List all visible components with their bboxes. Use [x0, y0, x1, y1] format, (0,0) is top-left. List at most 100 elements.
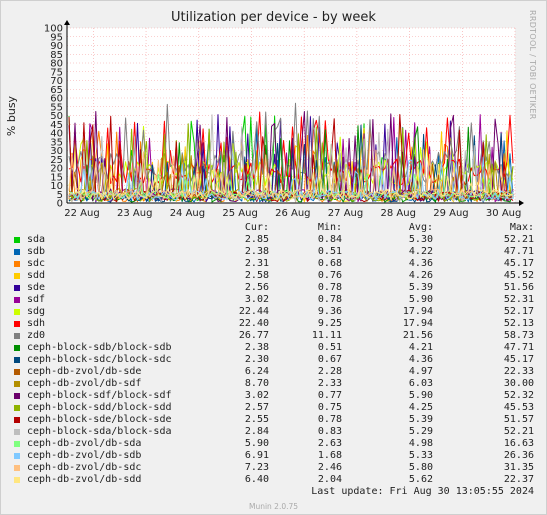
legend-row: ceph-db-zvol/db-sdc 7.23 2.46 5.80 31.35 — [0, 462, 547, 474]
legend-swatch — [14, 369, 20, 375]
legend-row: ceph-db-zvol/db-sda 5.90 2.63 4.98 16.63 — [0, 438, 547, 450]
legend-avg-value: 17.94 — [402, 318, 433, 329]
legend-series-name: ceph-db-zvol/db-sdc — [27, 462, 142, 473]
legend-cur-value: 2.38 — [244, 342, 269, 353]
legend-cur-value: 7.23 — [244, 462, 269, 473]
legend-series-name: zd0 — [27, 330, 46, 341]
legend-swatch — [14, 321, 20, 327]
legend-cur-value: 2.58 — [244, 270, 269, 281]
legend-header-max: Max: — [509, 222, 534, 233]
legend-swatch — [14, 345, 20, 351]
legend-avg-value: 5.33 — [408, 450, 433, 461]
legend-max-value: 51.57 — [503, 414, 534, 425]
chart-area: 0510152025303540455055606570758085909510… — [5, 20, 524, 219]
legend-avg-value: 4.26 — [408, 270, 433, 281]
x-tick-label: 29 Aug — [433, 208, 468, 219]
legend-cur-value: 2.38 — [244, 246, 269, 257]
legend-avg-value: 4.98 — [408, 438, 433, 449]
legend-max-value: 45.17 — [503, 354, 534, 365]
legend-cur-value: 6.91 — [244, 450, 269, 461]
legend-avg-value: 5.39 — [408, 414, 433, 425]
legend-swatch — [14, 297, 20, 303]
x-axis-arrow — [519, 200, 524, 206]
legend-cur-value: 6.24 — [244, 366, 269, 377]
legend-series-name: ceph-block-sdc/block-sdc — [27, 354, 172, 365]
legend-series-name: ceph-db-zvol/db-sde — [27, 366, 142, 377]
legend-swatch — [14, 309, 20, 315]
legend-swatch — [14, 453, 20, 459]
x-tick-label: 23 Aug — [117, 208, 152, 219]
y-tick-label: 100 — [44, 24, 63, 35]
legend-max-value: 52.21 — [503, 234, 534, 245]
legend-min-value: 2.28 — [317, 366, 342, 377]
legend-cur-value: 3.02 — [244, 390, 269, 401]
legend-series-name: ceph-db-zvol/db-sdd — [27, 474, 142, 485]
legend-cur-value: 3.02 — [244, 294, 269, 305]
legend-max-value: 22.37 — [503, 474, 534, 485]
legend-avg-value: 5.30 — [408, 234, 433, 245]
legend-header-cur: Cur: — [244, 222, 269, 233]
legend-series-name: ceph-db-zvol/db-sdf — [27, 378, 142, 389]
legend-swatch — [14, 249, 20, 255]
legend-avg-value: 4.97 — [408, 366, 433, 377]
legend-swatch — [14, 417, 20, 423]
x-tick-label: 24 Aug — [170, 208, 205, 219]
legend-series-name: sdf — [27, 294, 46, 305]
legend-cur-value: 2.84 — [244, 426, 269, 437]
legend-cur-value: 2.56 — [244, 282, 269, 293]
munin-footer: Munin 2.0.75 — [248, 502, 299, 511]
legend-avg-value: 5.90 — [408, 390, 433, 401]
y-axis-title: % busy — [5, 95, 18, 136]
legend-row: ceph-block-sde/block-sde 2.55 0.78 5.39 51.5… — [0, 414, 547, 426]
x-tick-label: 26 Aug — [275, 208, 310, 219]
legend-max-value: 16.63 — [503, 438, 534, 449]
legend-min-value: 0.78 — [317, 414, 342, 425]
legend-row: ceph-block-sdb/block-sdb 2.38 0.51 4.21 47.7… — [0, 342, 547, 354]
legend-series-name: ceph-block-sda/block-sda — [27, 426, 172, 437]
legend-avg-value: 17.94 — [402, 306, 433, 317]
legend-cur-value: 26.77 — [238, 330, 269, 341]
legend-row: ceph-db-zvol/db-sdd 6.40 2.04 5.62 22.37 — [0, 474, 547, 486]
legend-max-value: 52.21 — [503, 426, 534, 437]
legend-row: sdc 2.31 0.68 4.36 45.17 — [0, 258, 547, 270]
legend-min-value: 0.78 — [317, 282, 342, 293]
x-tick-label: 25 Aug — [222, 208, 257, 219]
legend-min-value: 0.77 — [317, 390, 342, 401]
legend-min-value: 0.84 — [317, 234, 342, 245]
x-tick-label: 30 Aug — [486, 208, 521, 219]
legend-row: ceph-db-zvol/db-sde 6.24 2.28 4.97 22.33 — [0, 366, 547, 378]
legend-series-name: ceph-block-sdb/block-sdb — [27, 342, 172, 353]
legend-series-name: sde — [27, 282, 46, 293]
legend-swatch — [14, 357, 20, 363]
legend-max-value: 52.31 — [503, 294, 534, 305]
x-tick-label: 27 Aug — [328, 208, 363, 219]
legend-max-value: 52.17 — [503, 306, 534, 317]
legend-max-value: 58.73 — [503, 330, 534, 341]
legend-swatch — [14, 465, 20, 471]
legend-series-name: sdd — [27, 270, 46, 281]
legend-cur-value: 5.90 — [244, 438, 269, 449]
legend-series-name: sdg — [27, 306, 46, 317]
legend-row: sdd 2.58 0.76 4.26 45.52 — [0, 270, 547, 282]
legend-min-value: 2.33 — [317, 378, 342, 389]
legend-series-name: ceph-db-zvol/db-sdb — [27, 450, 142, 461]
legend-swatch — [14, 273, 20, 279]
legend-row: sde 2.56 0.78 5.39 51.56 — [0, 282, 547, 294]
last-update: Last update: Fri Aug 30 13:05:55 2024 — [311, 486, 534, 497]
legend-max-value: 45.17 — [503, 258, 534, 269]
legend-min-value: 0.67 — [317, 354, 342, 365]
legend-max-value: 26.36 — [503, 450, 534, 461]
legend-swatch — [14, 381, 20, 387]
legend-avg-value: 4.36 — [408, 354, 433, 365]
legend-cur-value: 22.40 — [238, 318, 269, 329]
legend-row: sdh 22.40 9.25 17.94 52.13 — [0, 318, 547, 330]
legend-row: ceph-db-zvol/db-sdb 6.91 1.68 5.33 26.36 — [0, 450, 547, 462]
legend-max-value: 31.35 — [503, 462, 534, 473]
legend-cur-value: 8.70 — [244, 378, 269, 389]
legend-avg-value: 4.21 — [408, 342, 433, 353]
legend-max-value: 52.13 — [503, 318, 534, 329]
legend-min-value: 0.76 — [317, 270, 342, 281]
legend-series-name: sdh — [27, 318, 46, 329]
legend-max-value: 51.56 — [503, 282, 534, 293]
legend-header-avg: Avg: — [408, 222, 433, 233]
